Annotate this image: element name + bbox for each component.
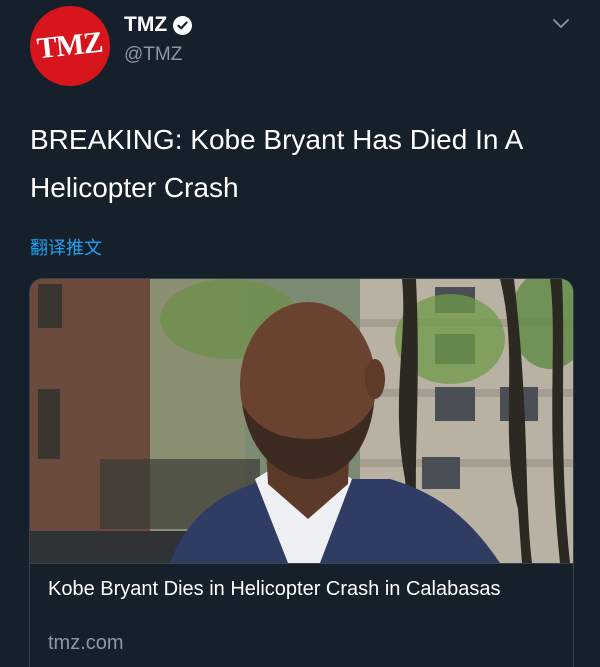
translate-tweet-link[interactable]: 翻译推文 — [30, 234, 102, 260]
avatar[interactable]: TMZ — [30, 6, 110, 86]
card-meta: Kobe Bryant Dies in Helicopter Crash in … — [30, 563, 573, 667]
card-domain: tmz.com — [48, 632, 124, 654]
card-title[interactable]: Kobe Bryant Dies in Helicopter Crash in … — [48, 576, 553, 603]
link-card[interactable]: Kobe Bryant Dies in Helicopter Crash in … — [29, 278, 574, 667]
chevron-down-icon[interactable] — [552, 18, 570, 30]
display-name[interactable]: TMZ — [124, 13, 167, 37]
author-handle[interactable]: @TMZ — [124, 44, 182, 66]
author-name-row: TMZ — [124, 13, 193, 37]
verified-badge-icon — [173, 15, 193, 35]
tweet-text: BREAKING: Kobe Bryant Has Died In A Heli… — [30, 124, 522, 203]
tweet-header: TMZ TMZ @TMZ — [0, 0, 600, 100]
avatar-logo-text: TMZ — [35, 25, 105, 66]
card-image — [30, 279, 573, 563]
